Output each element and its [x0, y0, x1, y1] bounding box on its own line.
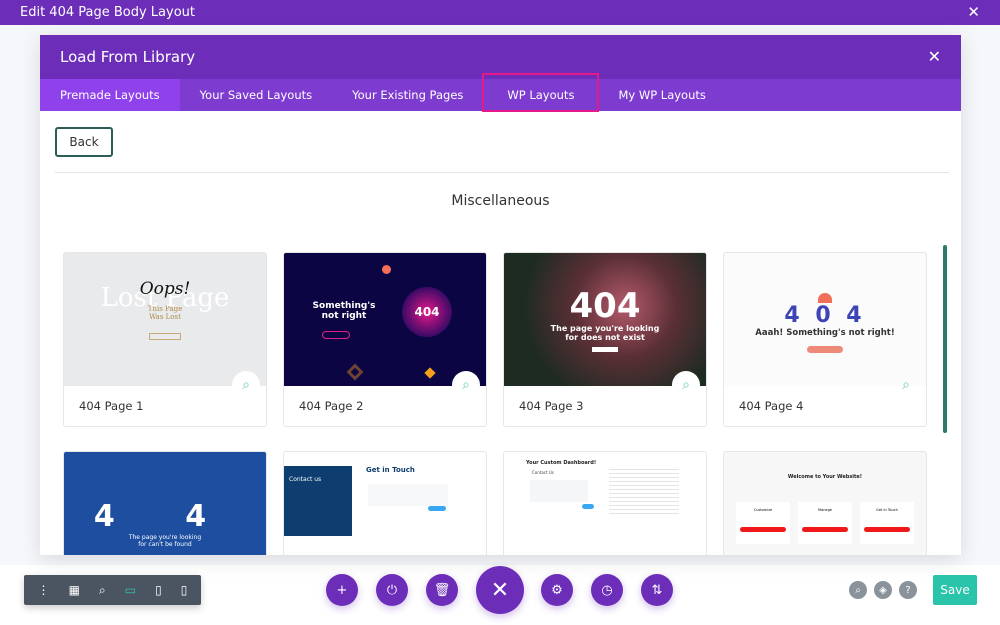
preview-zoom-icon[interactable]: ⌕: [892, 371, 920, 399]
layout-card[interactable]: Contact us Get in Touch: [283, 451, 487, 555]
card-label: 404 Page 4: [739, 399, 804, 413]
layout-thumbnail: 404 The page you're looking for does not…: [504, 253, 706, 386]
preview-zoom-icon[interactable]: ⌕: [452, 371, 480, 399]
layout-thumbnail: 4 0 4 Aaah! Something's not right!: [724, 253, 926, 386]
divider: [55, 172, 949, 173]
window-title: Edit 404 Page Body Layout: [20, 5, 195, 20]
layout-card[interactable]: Welcome to Your Website! Customize Manag…: [723, 451, 927, 555]
tab-your-existing-pages[interactable]: Your Existing Pages: [332, 79, 483, 111]
layout-thumbnail: Your Custom Dashboard! Contact Us: [504, 452, 706, 555]
card-label: 404 Page 3: [519, 399, 584, 413]
history-clock-icon[interactable]: ◷: [591, 574, 623, 606]
settings-gear-icon[interactable]: ⚙: [541, 574, 573, 606]
layers-icon[interactable]: ◈: [874, 581, 892, 599]
add-button[interactable]: +: [326, 574, 358, 606]
close-icon[interactable]: ✕: [476, 566, 524, 614]
layout-thumbnail: Welcome to Your Website! Customize Manag…: [724, 452, 926, 555]
preview-zoom-icon[interactable]: ⌕: [672, 371, 700, 399]
tab-premade-layouts[interactable]: Premade Layouts: [40, 79, 180, 111]
portability-arrows-icon[interactable]: ⇅: [641, 574, 673, 606]
desktop-view-icon[interactable]: ▭: [125, 583, 136, 597]
layout-card[interactable]: Something's not right 404 ⌕ 404 Page 2: [283, 252, 487, 427]
layout-thumbnail: Something's not right 404: [284, 253, 486, 386]
section-title: Miscellaneous: [451, 193, 550, 209]
card-label: 404 Page 1: [79, 399, 144, 413]
builder-title-bar: Edit 404 Page Body Layout ✕: [0, 0, 1000, 25]
help-icon[interactable]: ?: [899, 581, 917, 599]
back-button[interactable]: Back: [55, 127, 113, 157]
preview-zoom-icon[interactable]: ⌕: [232, 371, 260, 399]
view-mode-toolbar: ⋮ ▦ ⌕ ▭ ▯ ▯: [24, 575, 201, 605]
phone-view-icon[interactable]: ▯: [181, 583, 188, 597]
scrollbar[interactable]: [943, 245, 947, 433]
zoom-view-icon[interactable]: ⌕: [99, 583, 106, 598]
card-label: 404 Page 2: [299, 399, 364, 413]
modal-title: Load From Library: [60, 48, 196, 66]
tab-my-wp-layouts[interactable]: My WP Layouts: [598, 79, 725, 111]
wireframe-view-icon[interactable]: ▦: [69, 583, 80, 597]
tablet-view-icon[interactable]: ▯: [155, 583, 162, 597]
trash-button[interactable]: 🗑: [426, 574, 458, 606]
layout-thumbnail: Contact us Get in Touch: [284, 452, 486, 555]
tab-your-saved-layouts[interactable]: Your Saved Layouts: [180, 79, 332, 111]
close-modal-icon[interactable]: ✕: [928, 35, 941, 79]
layout-card[interactable]: 4 0 4 Aaah! Something's not right! ⌕ 404…: [723, 252, 927, 427]
layout-card[interactable]: 404 The page you're looking for does not…: [503, 252, 707, 427]
close-builder-icon[interactable]: ✕: [967, 0, 980, 25]
layout-thumbnail: Lost Page Oops! This Page Was Lost: [64, 253, 266, 386]
layout-thumbnail: 4 4 The page you're looking for can't be…: [64, 452, 266, 555]
layout-card[interactable]: Lost Page Oops! This Page Was Lost ⌕ 404…: [63, 252, 267, 427]
library-tabs: Premade Layouts Your Saved Layouts Your …: [40, 73, 961, 112]
load-from-library-modal: Load From Library ✕ Premade Layouts Your …: [40, 35, 961, 555]
power-button[interactable]: ⏻: [376, 574, 408, 606]
layout-card[interactable]: Your Custom Dashboard! Contact Us: [503, 451, 707, 555]
search-icon[interactable]: ⌕: [849, 581, 867, 599]
more-options-icon[interactable]: ⋮: [38, 583, 50, 597]
layout-card[interactable]: 4 4 The page you're looking for can't be…: [63, 451, 267, 555]
save-button[interactable]: Save: [933, 575, 977, 605]
tab-wp-layouts[interactable]: WP Layouts: [482, 73, 600, 112]
